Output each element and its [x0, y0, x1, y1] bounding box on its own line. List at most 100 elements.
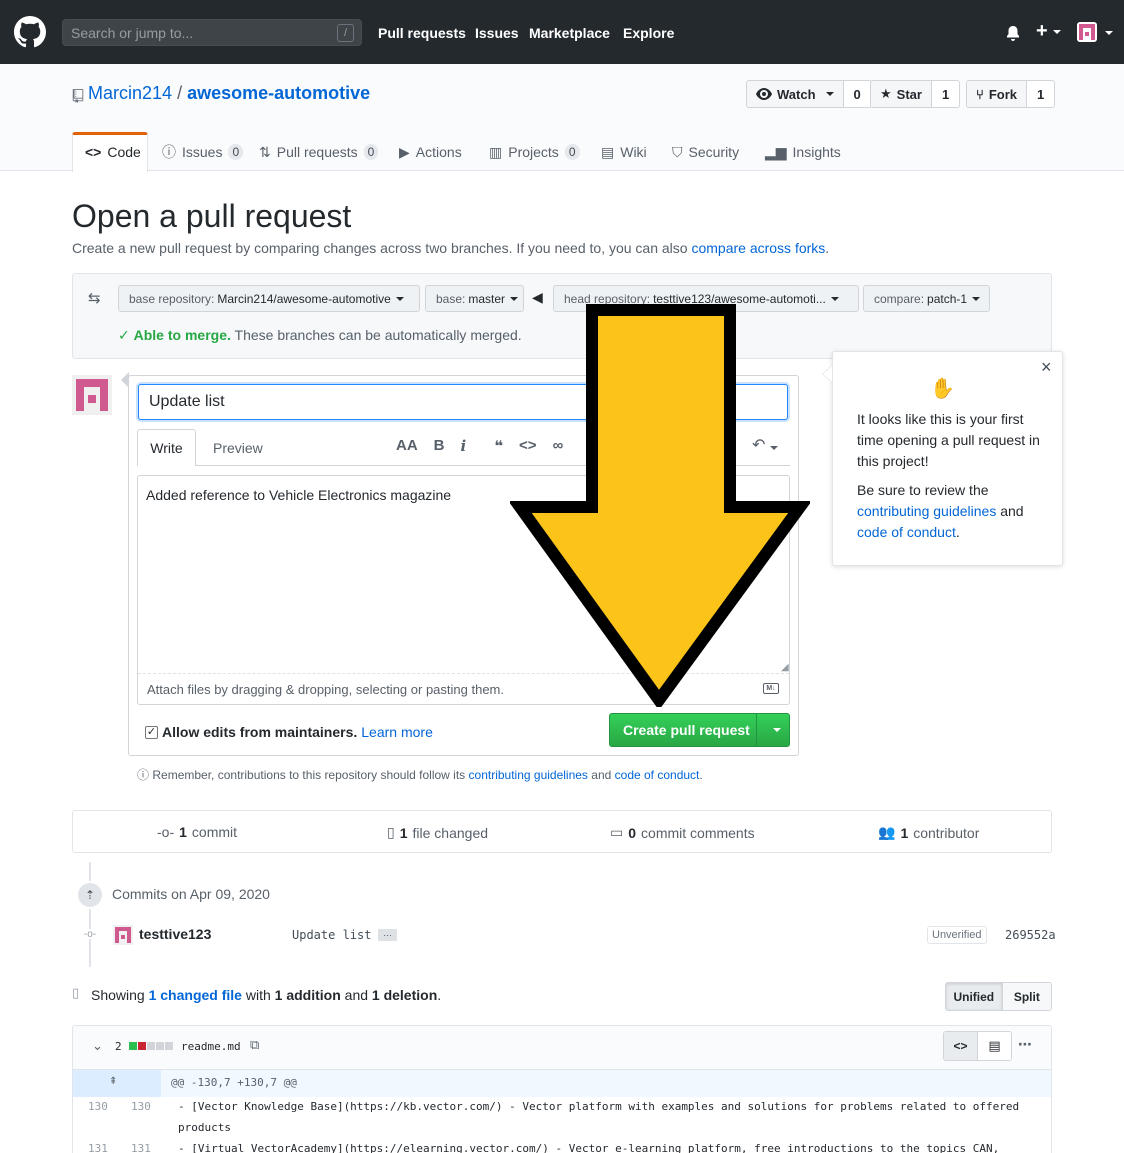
allow-edits-label: Allow edits from maintainers.: [162, 724, 358, 740]
create-pull-request-button[interactable]: Create pull request: [609, 713, 790, 747]
star-button[interactable]: ★ Star: [870, 80, 932, 108]
tab-actions[interactable]: ▶ Actions: [399, 132, 462, 172]
eye-icon: [756, 88, 772, 100]
diff-filename[interactable]: readme.md: [181, 1040, 241, 1053]
compare-across-forks-link[interactable]: compare across forks: [691, 240, 825, 256]
notice-and: and: [591, 768, 612, 782]
avatar-caret-icon[interactable]: [1105, 31, 1113, 35]
base-repo-value: Marcin214/awesome-automotive: [217, 291, 391, 306]
popover-guidelines-link[interactable]: contributing guidelines: [857, 503, 996, 519]
tab-projects[interactable]: ▥ Projects 0: [489, 132, 580, 172]
chevron-down-icon: [395, 296, 404, 301]
text-size-icon[interactable]: AA: [396, 437, 418, 455]
expand-commit-icon[interactable]: …: [378, 929, 397, 941]
body-text: Added reference to Vehicle Electronics m…: [146, 487, 452, 503]
stat-comments[interactable]: ▭ 0 commit comments: [610, 824, 755, 841]
nav-pull-requests[interactable]: Pull requests: [378, 25, 466, 41]
italic-icon[interactable]: i: [461, 437, 467, 455]
tab-pull-requests[interactable]: ⇅ Pull requests 0: [259, 132, 379, 172]
split-button[interactable]: Split: [1002, 983, 1051, 1010]
repo-path: Marcin214 / awesome-automotive: [88, 83, 370, 104]
line-old-number[interactable]: 131: [88, 1142, 108, 1153]
commit-author[interactable]: testtive123: [139, 926, 211, 942]
commit-icon: -o-: [157, 824, 175, 840]
plus-icon[interactable]: +: [1036, 20, 1061, 43]
more-options-icon[interactable]: ⋯: [1018, 1036, 1032, 1053]
allow-edits-checkbox[interactable]: ✓: [145, 725, 158, 739]
summary-with: with: [245, 987, 271, 1003]
attach-files-hint[interactable]: Attach files by dragging & dropping, sel…: [147, 682, 504, 697]
notice-guidelines-link[interactable]: contributing guidelines: [469, 768, 588, 782]
fork-icon: ⑂: [976, 86, 984, 102]
stat-contributors[interactable]: 👥 1 contributor: [878, 824, 979, 841]
unified-button[interactable]: Unified: [946, 983, 1003, 1010]
changed-files-link[interactable]: 1 changed file: [149, 987, 242, 1003]
tab-issues[interactable]: ⓘ Issues 0: [162, 132, 244, 172]
fork-count[interactable]: 1: [1026, 80, 1056, 108]
create-pr-dropdown[interactable]: [756, 714, 790, 746]
source-view-icon[interactable]: <>: [944, 1032, 978, 1060]
line-old-number[interactable]: 130: [88, 1100, 108, 1113]
compare-switch-icon[interactable]: ⇆: [88, 289, 101, 307]
nav-marketplace[interactable]: Marketplace: [529, 25, 610, 41]
star-count[interactable]: 1: [931, 80, 961, 108]
tab-preview[interactable]: Preview: [213, 440, 263, 456]
code-icon: <>: [85, 144, 102, 160]
watch-count[interactable]: 0: [843, 80, 872, 108]
commit-message[interactable]: Update list: [292, 928, 371, 942]
tab-wiki[interactable]: ▤ Wiki: [601, 132, 647, 172]
tab-security[interactable]: ⛉ Security: [672, 132, 739, 172]
pull-request-icon: ⇅: [259, 143, 271, 160]
commits-date: Commits on Apr 09, 2020: [112, 886, 270, 902]
watch-label: Watch: [777, 86, 816, 102]
stat-commits[interactable]: -o- 1 commit: [157, 824, 237, 840]
bold-icon[interactable]: B: [434, 437, 445, 455]
commit-sha[interactable]: 269552a: [1005, 928, 1056, 942]
file-view-toggle: <> ▤: [943, 1031, 1012, 1061]
tab-code-label-wrap[interactable]: <> Code: [85, 132, 141, 172]
repo-name-link[interactable]: awesome-automotive: [187, 83, 370, 103]
notice-conduct-link[interactable]: code of conduct: [615, 768, 700, 782]
nav-issues[interactable]: Issues: [475, 25, 519, 41]
base-label: base:: [436, 291, 466, 306]
fork-group: ⑂ Fork 1: [966, 80, 1056, 108]
learn-more-link[interactable]: Learn more: [361, 724, 433, 740]
search-input[interactable]: Search or jump to... /: [62, 19, 362, 46]
compare-branch-select[interactable]: compare: patch-1: [863, 285, 990, 312]
popover-conduct-link[interactable]: code of conduct: [857, 524, 956, 540]
copy-icon[interactable]: ⧉: [250, 1037, 259, 1053]
commit-author-avatar[interactable]: [113, 925, 133, 945]
line-new-number[interactable]: 130: [131, 1100, 151, 1113]
repo-owner-link[interactable]: Marcin214: [88, 83, 172, 103]
user-avatar[interactable]: [1077, 22, 1097, 42]
quote-icon[interactable]: ❝: [494, 437, 503, 455]
unverified-badge[interactable]: Unverified: [927, 926, 987, 944]
graph-icon: ▂▆: [765, 143, 787, 160]
close-icon[interactable]: ×: [1041, 357, 1052, 378]
summary-and: and: [344, 987, 369, 1003]
collapse-chevron-icon[interactable]: ⌄: [92, 1038, 103, 1054]
star-group: ★ Star 1: [870, 80, 961, 108]
expand-up-icon[interactable]: ⇞: [109, 1076, 117, 1087]
github-logo-icon[interactable]: [14, 16, 46, 48]
tab-pr-count: 0: [363, 144, 379, 160]
base-repo-select[interactable]: base repository: Marcin214/awesome-automo…: [118, 285, 420, 312]
summary-end: .: [437, 987, 442, 1003]
summary-deletions: 1 deletion: [371, 987, 438, 1003]
popover-pointer-inner: [823, 366, 832, 382]
diffstat-bar: [129, 1042, 173, 1050]
nav-explore[interactable]: Explore: [623, 25, 674, 41]
issue-icon: ⓘ: [162, 144, 176, 160]
fork-button[interactable]: ⑂ Fork: [966, 80, 1027, 108]
tab-insights[interactable]: ▂▆ Insights: [765, 132, 841, 172]
watch-button[interactable]: Watch: [746, 80, 844, 108]
commits-label: commit: [191, 824, 238, 840]
star-icon: ★: [880, 86, 892, 101]
fork-label: Fork: [988, 86, 1017, 102]
tab-write[interactable]: Write: [137, 429, 196, 466]
line-new-number[interactable]: 131: [131, 1142, 151, 1153]
rich-view-icon[interactable]: ▤: [978, 1032, 1011, 1060]
stat-files[interactable]: ▯ 1 file changed: [387, 824, 488, 841]
contrib-label: contributor: [913, 824, 980, 841]
bell-icon[interactable]: [1005, 25, 1021, 42]
